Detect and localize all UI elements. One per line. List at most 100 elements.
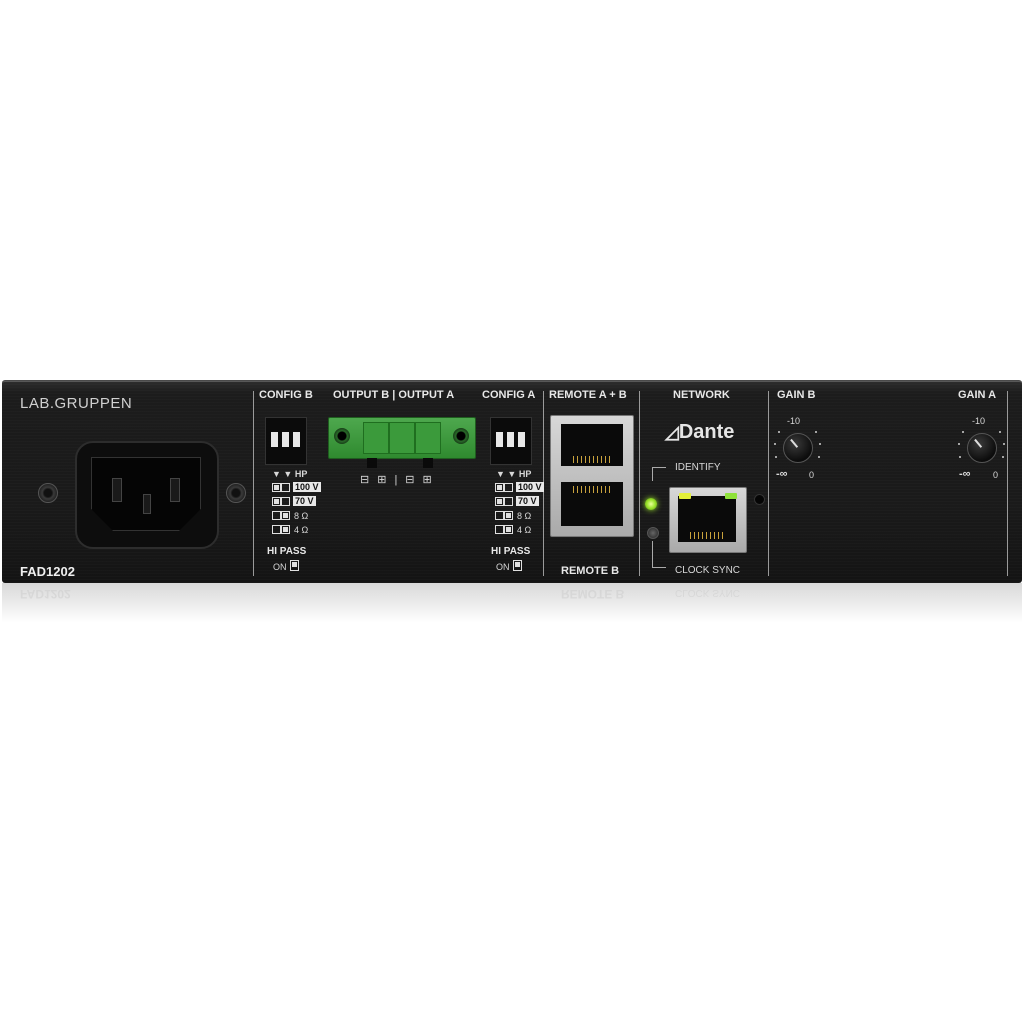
config-b-hipass-label: HI PASS (267, 546, 307, 557)
config-a-mode-70v: 70 V (516, 496, 539, 506)
terminal-screw-right (453, 428, 469, 444)
config-a-hp-label: ▼ ▼ HP (496, 469, 532, 479)
config-b-switch-4[interactable] (272, 525, 281, 534)
config-a-switch-4b[interactable] (504, 525, 513, 534)
config-a-switch-1[interactable] (495, 483, 504, 492)
scale-dot (958, 443, 960, 445)
clock-sync-leader-line (652, 567, 666, 568)
config-a-hipass-switch[interactable] (513, 560, 522, 571)
dante-text: Dante (678, 421, 735, 443)
scale-dot (815, 431, 817, 433)
network-label: NETWORK (673, 389, 730, 401)
scale-dot (778, 431, 780, 433)
config-b-switch-3b[interactable] (281, 511, 290, 520)
gain-a-scale-top: -10 (972, 416, 986, 426)
mount-screw-left (38, 483, 58, 503)
config-b-switch-3[interactable] (272, 511, 281, 520)
scale-dot (1003, 443, 1005, 445)
scale-dot (962, 431, 964, 433)
output-polarity-markings: ⊟⊞|⊟⊞ (360, 473, 440, 486)
config-b-mode-4ohm: 4 Ω (294, 525, 309, 535)
config-a-dip-switch[interactable] (490, 417, 532, 465)
terminal-slot (415, 422, 441, 454)
config-a-mode-100v: 100 V (516, 482, 544, 492)
identify-label: IDENTIFY (675, 462, 721, 473)
terminal-latch (423, 458, 433, 468)
config-a-switch-3b[interactable] (504, 511, 513, 520)
model-number: FAD1202 (20, 564, 75, 579)
iec-power-inlet[interactable] (75, 441, 219, 549)
gain-b-scale-max: 0 (809, 470, 815, 480)
config-b-switch-2[interactable] (272, 497, 281, 506)
polarity-separator: | (394, 474, 406, 486)
config-a-switch-2b[interactable] (504, 497, 513, 506)
scale-dot (959, 456, 961, 458)
config-a-switch-4[interactable] (495, 525, 504, 534)
scale-dot (774, 443, 776, 445)
config-b-switch-1[interactable] (272, 483, 281, 492)
terminal-slot (389, 422, 415, 454)
panel-reflection: FAD1202 REMOTE B CLOCK SYNC (2, 583, 1022, 623)
iec-socket-face (91, 457, 201, 531)
iec-pin-left (112, 478, 122, 502)
clock-sync-label: CLOCK SYNC (675, 565, 741, 576)
remote-rj45-stack (550, 415, 634, 537)
identify-leader-line (652, 467, 653, 481)
config-a-switch-1b[interactable] (504, 483, 513, 492)
divider (639, 391, 640, 576)
divider (768, 391, 769, 576)
polarity-minus-b: ⊟ (360, 474, 378, 486)
speaker-output-terminal[interactable] (328, 417, 476, 459)
config-a-switch-2[interactable] (495, 497, 504, 506)
port-contacts (573, 456, 611, 463)
config-b-label: CONFIG B (259, 389, 313, 401)
activity-led (725, 493, 737, 499)
divider (1007, 391, 1008, 576)
gain-b-knob[interactable] (783, 433, 813, 463)
iec-pin-right (170, 478, 180, 502)
scale-dot (819, 443, 821, 445)
polarity-plus-a: ⊞ (422, 474, 440, 486)
dante-logo: ◿Dante (665, 421, 734, 444)
terminal-slot (363, 422, 389, 454)
config-b-mode-100v: 100 V (293, 482, 321, 492)
reset-pinhole[interactable] (754, 494, 765, 505)
scale-dot (818, 456, 820, 458)
reflection-remote-b: REMOTE B (561, 587, 625, 601)
scale-dot (1002, 456, 1004, 458)
brand-logo: LAB.GRUPPEN (20, 395, 133, 412)
config-a-hipass-label: HI PASS (491, 546, 531, 557)
gain-a-knob[interactable] (967, 433, 997, 463)
identify-led (645, 498, 657, 510)
config-b-switch-2b[interactable] (281, 497, 290, 506)
terminal-latch (367, 458, 377, 468)
terminal-screw-left (334, 428, 350, 444)
reflection-clock-sync: CLOCK SYNC (675, 587, 741, 598)
mount-screw-right (226, 483, 246, 503)
link-led (679, 493, 691, 499)
port-contacts (573, 486, 611, 493)
gain-a-scale-max: 0 (993, 470, 999, 480)
gain-a-label: GAIN A (958, 389, 997, 401)
config-b-mode-8ohm: 8 Ω (294, 511, 309, 521)
polarity-plus-b: ⊞ (377, 474, 395, 486)
gain-b-scale-min: -∞ (776, 468, 788, 480)
config-a-on-label: ON (496, 562, 510, 572)
config-a-label: CONFIG A (482, 389, 536, 401)
config-b-hipass-switch[interactable] (290, 560, 299, 571)
clock-sync-led (647, 527, 659, 539)
gain-a-scale-min: -∞ (959, 468, 971, 480)
gain-b-scale-top: -10 (787, 416, 801, 426)
dante-network-port[interactable] (669, 487, 747, 553)
config-b-dip-switch[interactable] (265, 417, 307, 465)
config-b-switch-1b[interactable] (281, 483, 290, 492)
config-a-mode-4ohm: 4 Ω (517, 525, 532, 535)
polarity-minus-a: ⊟ (405, 474, 423, 486)
gain-b-label: GAIN B (777, 389, 816, 401)
config-a-switch-3[interactable] (495, 511, 504, 520)
remote-b-label: REMOTE B (561, 565, 620, 577)
config-b-switch-4b[interactable] (281, 525, 290, 534)
output-label: OUTPUT B | OUTPUT A (333, 389, 455, 401)
scale-dot (999, 431, 1001, 433)
config-b-mode-70v: 70 V (293, 496, 316, 506)
